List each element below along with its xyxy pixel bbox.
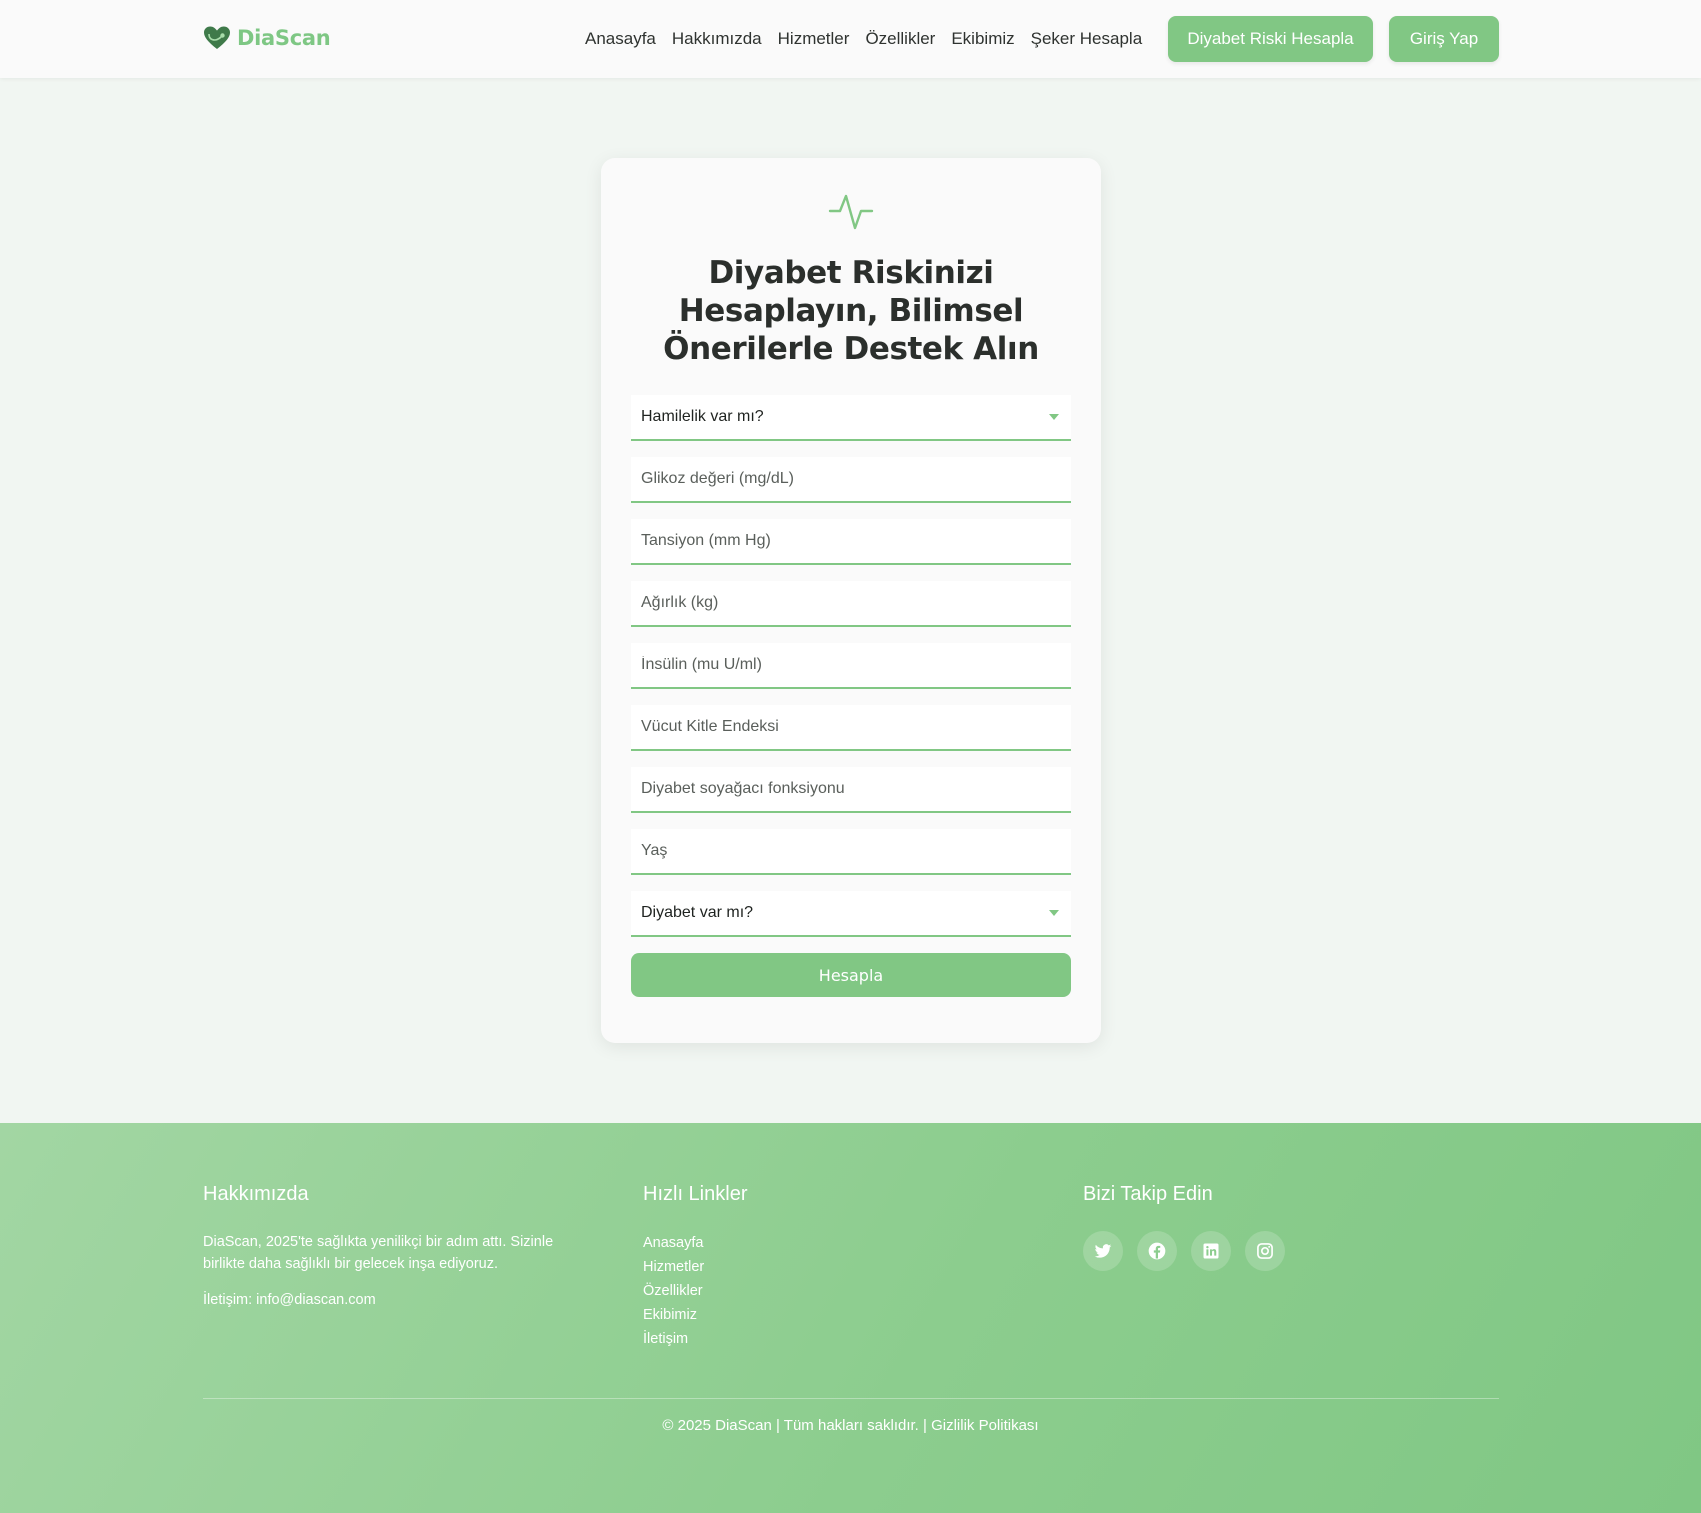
footer-link-anasayfa[interactable]: Anasayfa <box>643 1231 943 1255</box>
facebook-icon[interactable] <box>1137 1231 1177 1271</box>
copyright: © 2025 DiaScan | Tüm hakları saklıdır. |… <box>662 1417 1039 1434</box>
pulse-icon <box>828 194 874 230</box>
diabetes-select-label: Diyabet var mı? <box>641 904 754 921</box>
footer-link-hizmetler[interactable]: Hizmetler <box>643 1255 943 1279</box>
insulin-input[interactable] <box>631 643 1071 689</box>
footer-follow: Bizi Takip Edin <box>1083 1183 1383 1271</box>
heart-stethoscope-icon <box>204 26 230 49</box>
risk-calc-button[interactable]: Diyabet Riski Hesapla <box>1168 16 1373 62</box>
age-input[interactable] <box>631 829 1071 875</box>
footer: Hakkımızda DiaScan, 2025'te sağlıkta yen… <box>0 1123 1701 1513</box>
footer-about: Hakkımızda DiaScan, 2025'te sağlıkta yen… <box>203 1183 583 1311</box>
nav-link-hakkimizda[interactable]: Hakkımızda <box>672 27 762 51</box>
footer-contact: İletişim: info@diascan.com <box>203 1292 376 1308</box>
login-button[interactable]: Giriş Yap <box>1389 16 1499 62</box>
social-links <box>1083 1231 1383 1271</box>
footer-links-title: Hızlı Linkler <box>643 1183 748 1205</box>
brand-logo[interactable]: DiaScan <box>203 22 331 54</box>
diabetes-select[interactable]: Diyabet var mı? <box>631 891 1071 937</box>
calculate-button[interactable]: Hesapla <box>631 953 1071 997</box>
nav-link-seker-hesapla[interactable]: Şeker Hesapla <box>1031 27 1143 51</box>
pregnancy-select-label: Hamilelik var mı? <box>641 408 764 425</box>
glucose-input[interactable] <box>631 457 1071 503</box>
nav-link-ekibimiz[interactable]: Ekibimiz <box>951 27 1014 51</box>
weight-input[interactable] <box>631 581 1071 627</box>
pedigree-input[interactable] <box>631 767 1071 813</box>
pregnancy-select[interactable]: Hamilelik var mı? <box>631 395 1071 441</box>
blood-pressure-input[interactable] <box>631 519 1071 565</box>
form-title: Diyabet Riskinizi Hesaplayın, Bilimsel Ö… <box>663 255 1039 367</box>
instagram-icon[interactable] <box>1245 1231 1285 1271</box>
footer-divider <box>203 1398 1499 1399</box>
chevron-down-icon <box>1049 414 1059 420</box>
footer-quick-links: Hızlı Linkler Anasayfa Hizmetler Özellik… <box>643 1183 943 1351</box>
nav-link-hizmetler[interactable]: Hizmetler <box>778 27 850 51</box>
footer-link-ozellikler[interactable]: Özellikler <box>643 1279 943 1303</box>
footer-about-title: Hakkımızda <box>203 1183 309 1205</box>
twitter-icon[interactable] <box>1083 1231 1123 1271</box>
footer-link-ekibimiz[interactable]: Ekibimiz <box>643 1303 943 1327</box>
brand-name: DiaScan <box>237 26 331 50</box>
footer-link-iletisim[interactable]: İletişim <box>643 1327 943 1351</box>
nav-link-anasayfa[interactable]: Anasayfa <box>585 27 656 51</box>
top-navbar: DiaScan Anasayfa Hakkımızda Hizmetler Öz… <box>0 0 1701 78</box>
main-nav: Anasayfa Hakkımızda Hizmetler Özellikler… <box>585 27 1158 51</box>
footer-about-text: DiaScan, 2025'te sağlıkta yenilikçi bir … <box>203 1234 554 1272</box>
chevron-down-icon <box>1049 910 1059 916</box>
footer-follow-title: Bizi Takip Edin <box>1083 1183 1213 1205</box>
bmi-input[interactable] <box>631 705 1071 751</box>
risk-form-card: Diyabet Riskinizi Hesaplayın, Bilimsel Ö… <box>601 158 1101 1043</box>
linkedin-icon[interactable] <box>1191 1231 1231 1271</box>
nav-link-ozellikler[interactable]: Özellikler <box>865 27 935 51</box>
